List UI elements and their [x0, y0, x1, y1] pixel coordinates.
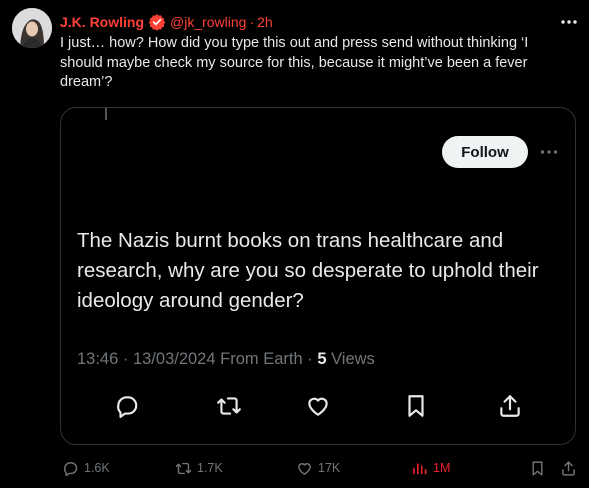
tweet-actions: 1.6K 1.7K 17K 1M: [60, 456, 589, 480]
repost-action[interactable]: 1.7K: [175, 456, 223, 480]
tweet-time[interactable]: 2h: [257, 14, 273, 30]
author-avatar[interactable]: [12, 8, 52, 48]
views-icon: [411, 460, 428, 477]
bookmark-icon[interactable]: [401, 391, 431, 421]
tweet-text: I just… how? How did you type this out a…: [60, 35, 529, 90]
reply-count: 1.6K: [84, 461, 110, 475]
share-icon[interactable]: [560, 456, 577, 480]
share-icon[interactable]: [495, 391, 525, 421]
more-icon[interactable]: [556, 13, 582, 31]
views-action[interactable]: 1M: [411, 456, 450, 480]
reply-icon[interactable]: [112, 391, 142, 421]
quoted-meta: 13:46 · 13/03/2024 From Earth · 5 Views: [77, 350, 375, 369]
quoted-views-label: Views: [331, 350, 375, 368]
author-name[interactable]: J.K. Rowling: [60, 14, 144, 30]
repost-count: 1.7K: [197, 461, 223, 475]
quoted-post-card[interactable]: Follow The Nazis burnt books on trans he…: [60, 107, 576, 445]
reply-icon: [62, 460, 79, 477]
quoted-timestamp[interactable]: 13:46 · 13/03/2024 From Earth ·: [77, 350, 313, 368]
views-count: 1M: [433, 461, 451, 475]
tweet-header: J.K. Rowling @jk_rowling · 2h: [60, 12, 273, 32]
quoted-text: The Nazis burnt books on trans healthcar…: [77, 229, 539, 312]
verified-badge-icon: [148, 13, 166, 31]
repost-icon: [175, 460, 192, 477]
card-more-icon[interactable]: [535, 144, 563, 160]
author-handle[interactable]: @jk_rowling: [170, 14, 246, 30]
bookmark-icon[interactable]: [529, 456, 546, 480]
like-count: 17K: [318, 461, 341, 475]
quoted-actions: [61, 391, 575, 421]
quoted-views-count: 5: [317, 350, 327, 368]
header-separator: ·: [249, 14, 255, 30]
reply-action[interactable]: 1.6K: [62, 456, 110, 480]
text-cursor: [105, 108, 107, 120]
like-icon[interactable]: [303, 391, 333, 421]
like-action[interactable]: 17K: [296, 456, 340, 480]
follow-button[interactable]: Follow: [442, 136, 528, 168]
repost-icon[interactable]: [214, 391, 244, 421]
like-icon: [296, 460, 313, 477]
